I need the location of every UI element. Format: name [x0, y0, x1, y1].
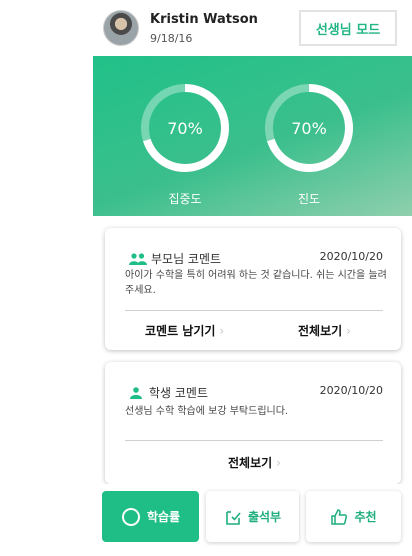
- bottom-nav: 학습률 출석부 추천: [93, 484, 412, 556]
- student-view-all-label: 전체보기: [228, 456, 273, 470]
- parent-view-all-link[interactable]: 전체보기 ›: [298, 322, 351, 339]
- progress-gauge-label: 진도: [297, 192, 321, 206]
- parent-comment-divider: [125, 310, 383, 311]
- focus-gauge-value: 70%: [167, 118, 203, 138]
- student-comment-title: 학생 코멘트: [149, 386, 209, 400]
- circle-icon: [121, 507, 140, 526]
- nav-attendance-label: 출석부: [247, 510, 282, 524]
- student-comment-text: 선생님 수학 학습에 보강 부탁드립니다.: [125, 406, 289, 417]
- focus-gauge-label: 집중도: [168, 192, 202, 206]
- parent-comment-header: 부모님 코멘트: [129, 250, 221, 267]
- parent-comment-title: 부모님 코멘트: [151, 252, 222, 266]
- progress-gauge: 70%: [263, 82, 355, 174]
- chevron-right-icon: ›: [346, 323, 351, 338]
- parent-view-all-label: 전체보기: [298, 324, 343, 338]
- app-header: Kristin Watson 9/18/16 선생님 모드: [0, 0, 412, 56]
- user-date: 9/18/16: [150, 32, 193, 45]
- progress-gauge-value: 70%: [291, 118, 327, 138]
- attendance-icon: [226, 510, 241, 525]
- nav-attendance[interactable]: 출석부: [206, 491, 299, 542]
- parent-comment-card: 부모님 코멘트 2020/10/20 아이가 수학을 특히 어려워 하는 것 같…: [105, 228, 401, 350]
- leave-comment-label: 코멘트 남기기: [145, 324, 216, 338]
- student-comment-header: 학생 코멘트: [129, 384, 208, 401]
- parents-icon: [129, 252, 147, 265]
- thumbs-up-icon: [331, 508, 348, 525]
- chevron-right-icon: ›: [219, 323, 225, 338]
- nav-recommend[interactable]: 추천: [306, 491, 401, 542]
- avatar[interactable]: [103, 10, 139, 46]
- student-view-all-link[interactable]: 전체보기 ›: [228, 454, 281, 471]
- nav-learning-rate[interactable]: 학습률: [102, 491, 199, 542]
- parent-comment-text: 아이가 수학을 특히 어려워 하는 것 같습니다. 쉬는 시간을 늘려주세요.: [125, 270, 387, 296]
- focus-gauge: 70%: [139, 82, 231, 174]
- student-comment-date: 2020/10/20: [319, 384, 383, 397]
- nav-recommend-label: 추천: [354, 510, 377, 524]
- nav-learning-rate-label: 학습률: [146, 510, 181, 524]
- student-comment-card: 학생 코멘트 2020/10/20 선생님 수학 학습에 보강 부탁드립니다. …: [105, 362, 401, 484]
- parent-comment-date: 2020/10/20: [319, 250, 383, 263]
- teacher-mode-button[interactable]: 선생님 모드: [299, 10, 397, 46]
- user-name: Kristin Watson: [150, 12, 258, 27]
- stats-hero: 70% 집중도 70% 진도: [93, 56, 412, 216]
- chevron-right-icon: ›: [276, 455, 281, 470]
- student-comment-divider: [125, 440, 383, 441]
- student-icon: [130, 386, 142, 399]
- leave-comment-link[interactable]: 코멘트 남기기 ›: [145, 322, 224, 339]
